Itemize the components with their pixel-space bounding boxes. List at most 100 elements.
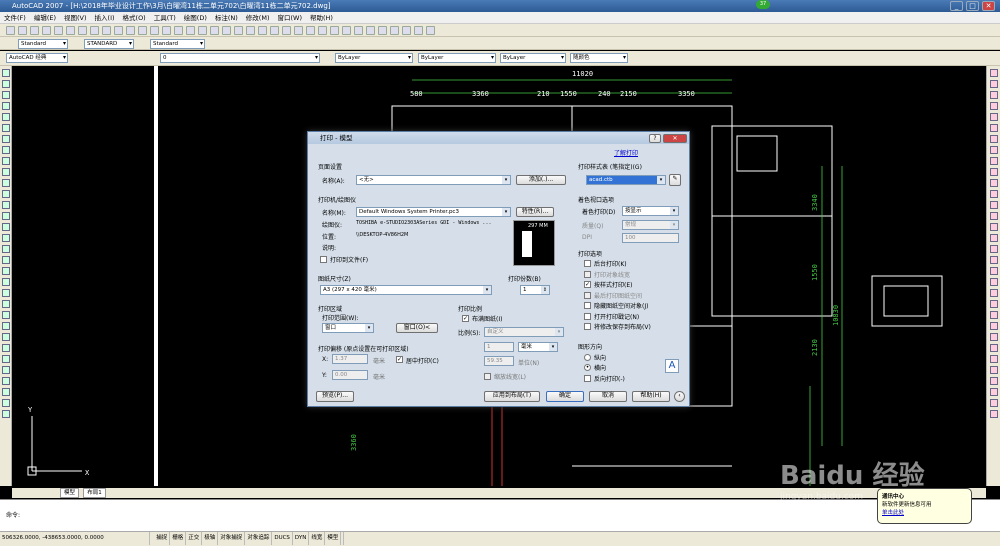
toolbar-icon[interactable] bbox=[30, 26, 39, 35]
color-combo[interactable]: ByLayer bbox=[335, 53, 413, 63]
draw-tool-icon[interactable] bbox=[2, 322, 10, 330]
help-button[interactable]: 帮助(H) bbox=[632, 391, 670, 402]
plot-style-table-select[interactable]: acad.ctb ▾ bbox=[586, 175, 666, 185]
plot-option-checkbox[interactable] bbox=[584, 302, 591, 309]
command-window[interactable]: 命令: bbox=[0, 499, 1000, 531]
offset-x-input[interactable]: 1.37 bbox=[332, 354, 368, 364]
offset-y-input[interactable]: 0.00 bbox=[332, 370, 368, 380]
status-button-6[interactable]: DUCS bbox=[272, 532, 293, 545]
tab-layout1[interactable]: 布局1 bbox=[83, 488, 106, 498]
draw-tool-icon[interactable] bbox=[2, 399, 10, 407]
printer-select[interactable]: Default Windows System Printer.pc3 ▾ bbox=[356, 207, 511, 217]
learn-plot-link[interactable]: 了解打印 bbox=[614, 148, 638, 157]
dialog-close-button[interactable]: ✕ bbox=[663, 134, 687, 143]
modify-tool-icon[interactable] bbox=[990, 344, 998, 352]
toolbar-icon[interactable] bbox=[6, 26, 15, 35]
draw-tool-icon[interactable] bbox=[2, 168, 10, 176]
plot-option-row[interactable]: 打印对象线宽 bbox=[584, 270, 684, 281]
draw-tool-icon[interactable] bbox=[2, 289, 10, 297]
toolbar-icon[interactable] bbox=[354, 26, 363, 35]
toolbar-icon[interactable] bbox=[414, 26, 423, 35]
menu-item-6[interactable]: 绘图(D) bbox=[180, 12, 211, 24]
plotstyle-combo[interactable]: 随颜色 bbox=[570, 53, 628, 63]
status-button-5[interactable]: 对象追踪 bbox=[245, 532, 273, 545]
modify-tool-icon[interactable] bbox=[990, 311, 998, 319]
apply-to-layout-button[interactable]: 应用到布局(T) bbox=[484, 391, 540, 402]
toolbar-icon[interactable] bbox=[198, 26, 207, 35]
modify-tool-icon[interactable] bbox=[990, 300, 998, 308]
toolbar-icon[interactable] bbox=[306, 26, 315, 35]
menu-item-2[interactable]: 视图(V) bbox=[60, 12, 91, 24]
collapse-arrow-icon[interactable]: ‹ bbox=[674, 391, 685, 402]
status-button-0[interactable]: 捕捉 bbox=[154, 532, 171, 545]
plot-option-row[interactable]: 打开打印戳记(N) bbox=[584, 312, 684, 323]
draw-tool-icon[interactable] bbox=[2, 410, 10, 418]
layer-combo[interactable]: 0 bbox=[160, 53, 320, 63]
plot-option-checkbox[interactable] bbox=[584, 312, 591, 320]
draw-tool-icon[interactable] bbox=[2, 366, 10, 374]
toolbar-icon[interactable] bbox=[54, 26, 63, 35]
modify-tool-icon[interactable] bbox=[990, 267, 998, 275]
modify-tool-icon[interactable] bbox=[990, 102, 998, 110]
modify-tool-icon[interactable] bbox=[990, 179, 998, 187]
toolbar-icon[interactable] bbox=[42, 26, 51, 35]
modify-tool-icon[interactable] bbox=[990, 223, 998, 231]
draw-tool-icon[interactable] bbox=[2, 355, 10, 363]
tab-model[interactable]: 模型 bbox=[60, 488, 80, 498]
modify-tool-icon[interactable] bbox=[990, 91, 998, 99]
notification-link[interactable]: 单击此处 bbox=[882, 508, 967, 516]
plot-option-row[interactable]: ✓ 按样式打印(E) bbox=[584, 280, 684, 291]
modify-tool-icon[interactable] bbox=[990, 201, 998, 209]
toolbar-icon[interactable] bbox=[138, 26, 147, 35]
status-button-4[interactable]: 对象捕捉 bbox=[218, 532, 246, 545]
draw-tool-icon[interactable] bbox=[2, 344, 10, 352]
plot-option-row[interactable]: 后台打印(K) bbox=[584, 259, 684, 270]
modify-tool-icon[interactable] bbox=[990, 333, 998, 341]
linetype-combo[interactable]: ByLayer bbox=[418, 53, 496, 63]
copies-input[interactable]: 1 ⇕ bbox=[520, 285, 550, 295]
menu-item-5[interactable]: 工具(T) bbox=[150, 12, 180, 24]
landscape-radio[interactable]: • bbox=[584, 364, 591, 371]
modify-tool-icon[interactable] bbox=[990, 69, 998, 77]
minimize-button[interactable]: _ bbox=[950, 1, 963, 11]
menu-item-10[interactable]: 帮助(H) bbox=[306, 12, 337, 24]
toolbar-icon[interactable] bbox=[342, 26, 351, 35]
toolbar-icon[interactable] bbox=[426, 26, 435, 35]
modify-tool-icon[interactable] bbox=[990, 410, 998, 418]
shade-plot-select[interactable]: 按显示 ▾ bbox=[622, 206, 679, 216]
modify-tool-icon[interactable] bbox=[990, 399, 998, 407]
modify-tool-icon[interactable] bbox=[990, 113, 998, 121]
printer-properties-button[interactable]: 特性(R)... bbox=[516, 207, 554, 217]
plot-option-checkbox[interactable] bbox=[584, 291, 591, 299]
dialog-help-icon[interactable]: ? bbox=[649, 134, 661, 143]
edit-style-icon[interactable]: ✎ bbox=[669, 174, 681, 186]
status-button-9[interactable]: 模型 bbox=[325, 532, 342, 545]
modify-tool-icon[interactable] bbox=[990, 256, 998, 264]
dim-style-combo[interactable]: STANDARD bbox=[84, 39, 134, 49]
text-style-combo[interactable]: Standard bbox=[18, 39, 68, 49]
status-button-7[interactable]: DYN bbox=[293, 532, 310, 545]
draw-tool-icon[interactable] bbox=[2, 388, 10, 396]
toolbar-icon[interactable] bbox=[210, 26, 219, 35]
modify-tool-icon[interactable] bbox=[990, 289, 998, 297]
fit-paper-checkbox[interactable]: ✓ bbox=[462, 315, 469, 322]
modify-tool-icon[interactable] bbox=[990, 366, 998, 374]
status-button-1[interactable]: 栅格 bbox=[170, 532, 187, 545]
modify-tool-icon[interactable] bbox=[990, 234, 998, 242]
toolbar-icon[interactable] bbox=[174, 26, 183, 35]
scale-value-2[interactable]: 59.35 bbox=[484, 356, 514, 366]
modify-tool-icon[interactable] bbox=[990, 212, 998, 220]
maximize-button[interactable]: □ bbox=[966, 1, 979, 11]
toolbar-icon[interactable] bbox=[18, 26, 27, 35]
toolbar-icon[interactable] bbox=[282, 26, 291, 35]
draw-tool-icon[interactable] bbox=[2, 311, 10, 319]
plot-to-file-checkbox[interactable] bbox=[320, 256, 327, 263]
toolbar-icon[interactable] bbox=[162, 26, 171, 35]
modify-tool-icon[interactable] bbox=[990, 135, 998, 143]
toolbar-icon[interactable] bbox=[270, 26, 279, 35]
paper-size-select[interactable]: A3 (297 x 420 毫米) ▾ bbox=[320, 285, 492, 295]
draw-tool-icon[interactable] bbox=[2, 146, 10, 154]
menu-item-1[interactable]: 编辑(E) bbox=[30, 12, 60, 24]
plot-option-row[interactable]: 隐藏图纸空间对象(J) bbox=[584, 301, 684, 312]
modify-tool-icon[interactable] bbox=[990, 168, 998, 176]
